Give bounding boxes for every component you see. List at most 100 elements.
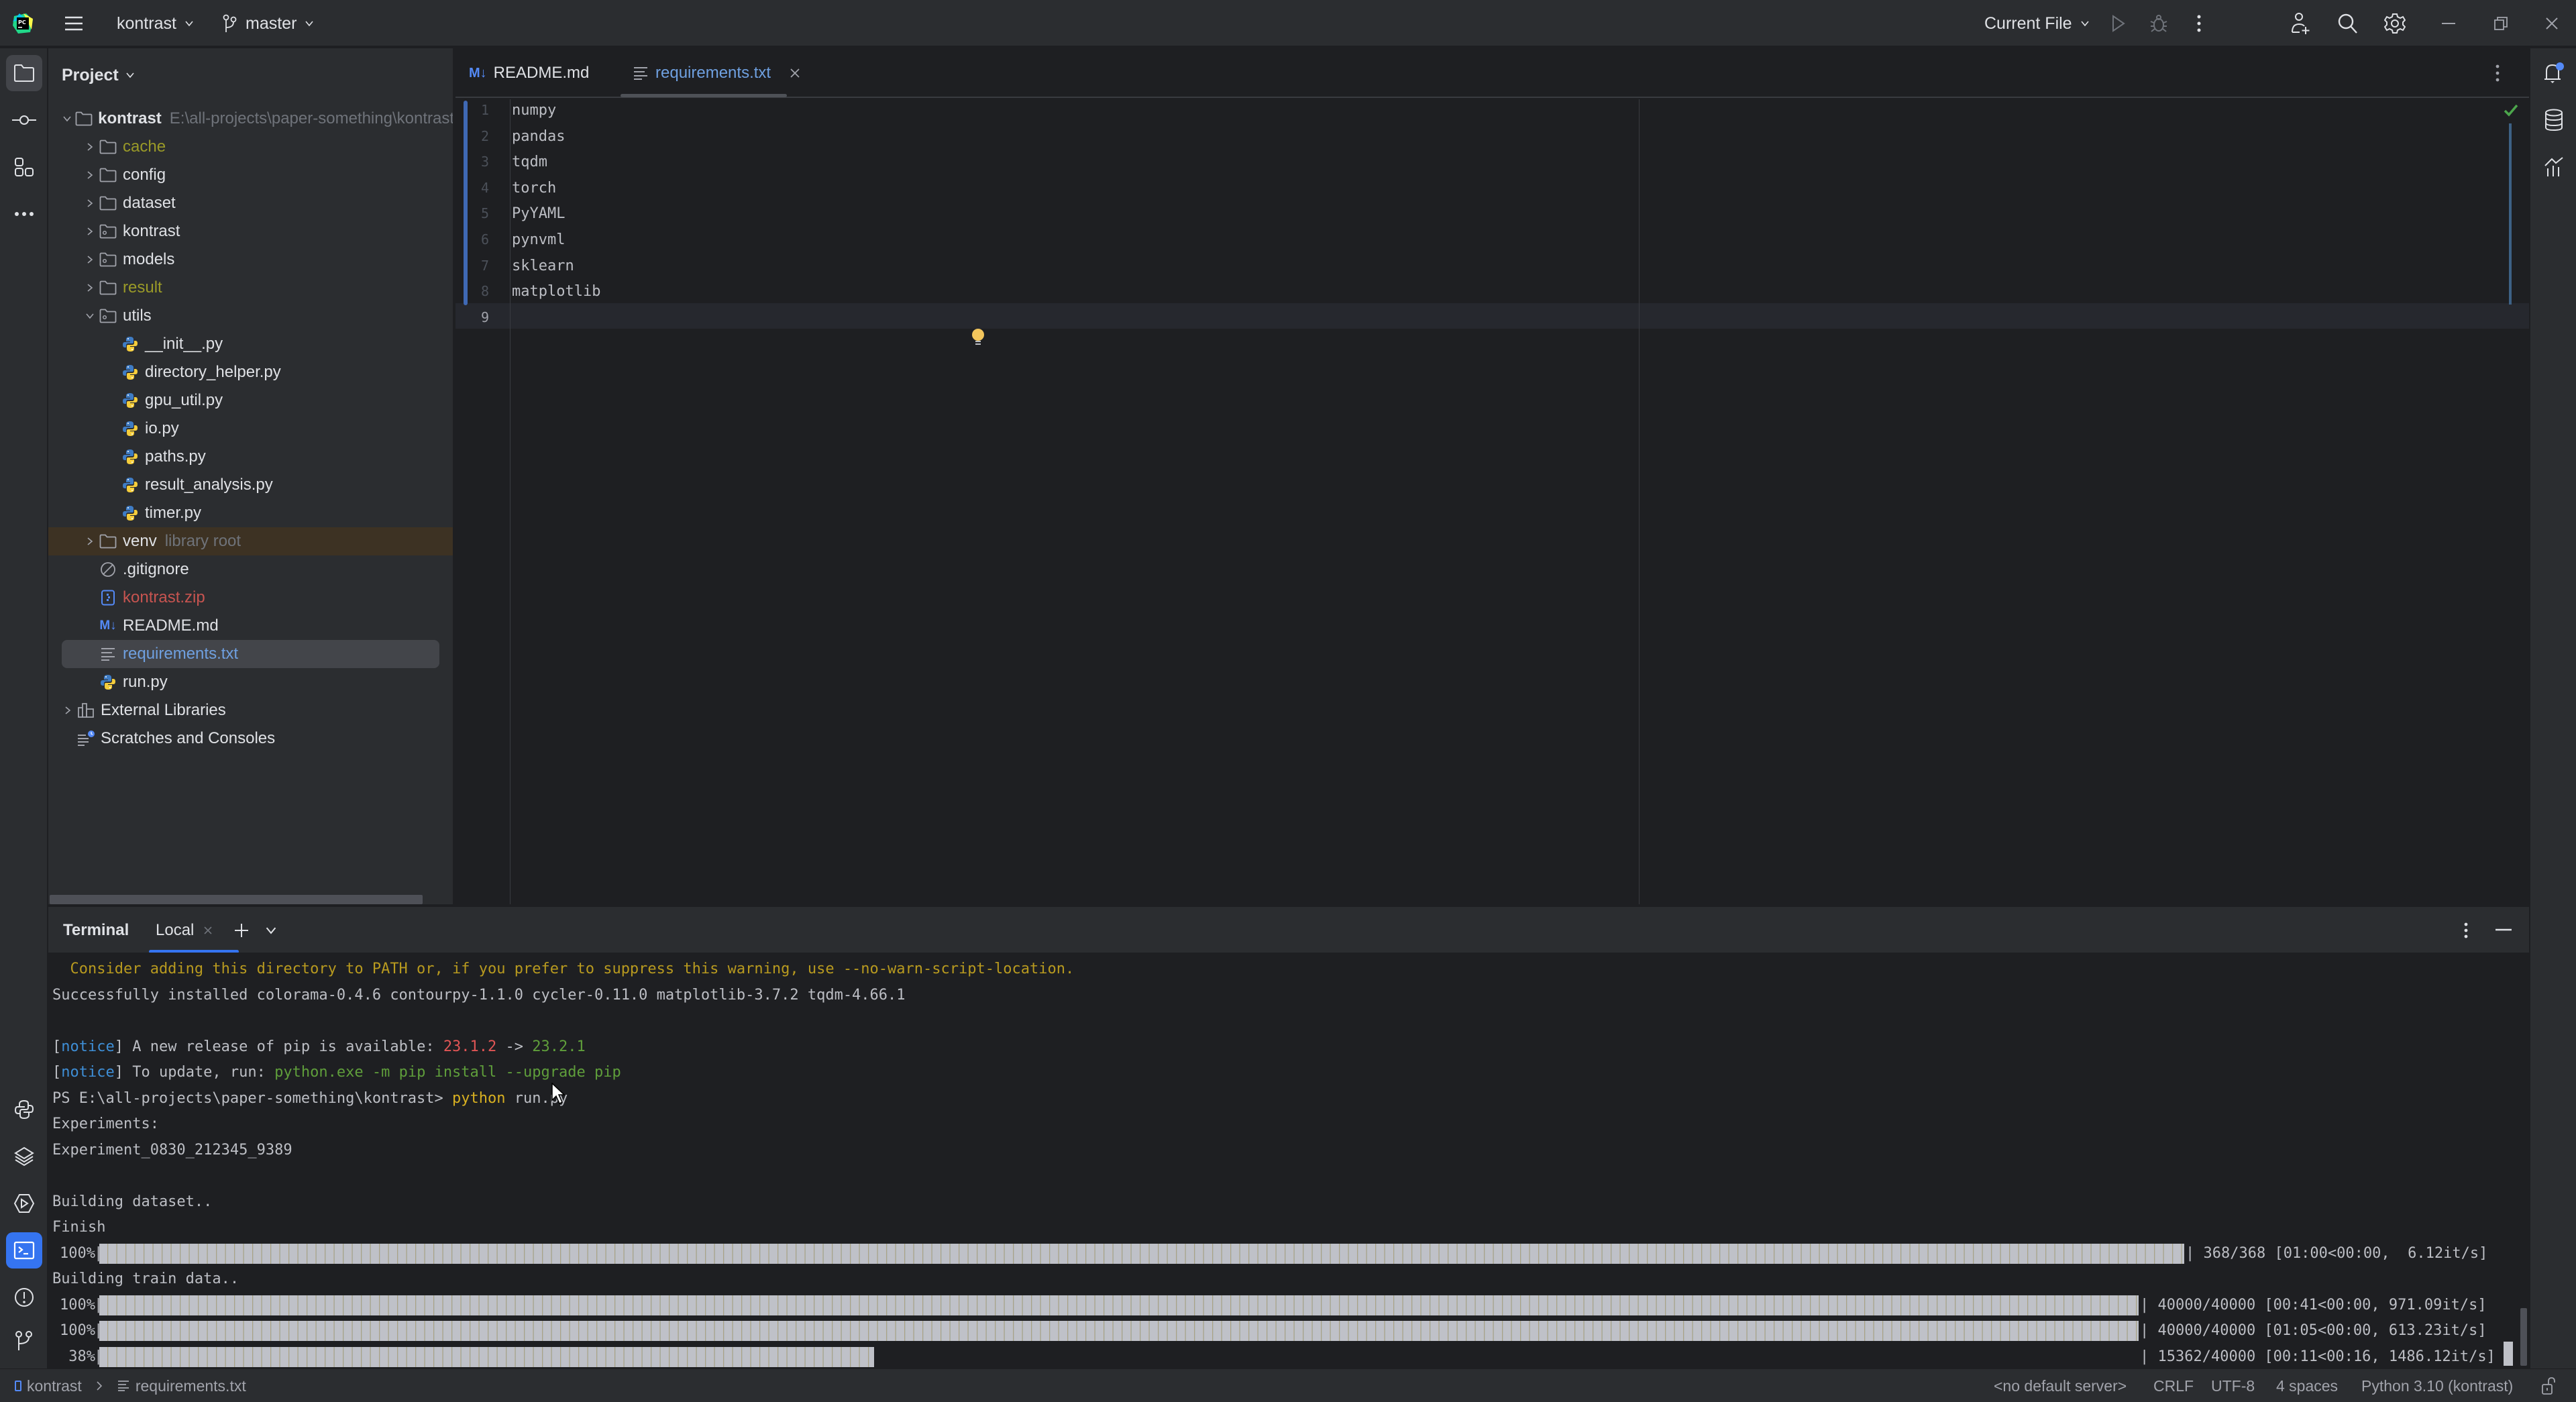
git-branch-icon <box>223 14 237 32</box>
tree-item-gitignore[interactable]: .gitignore <box>48 555 453 584</box>
code-line[interactable]: PyYAML <box>512 205 565 222</box>
chevron-right-icon[interactable] <box>81 195 99 212</box>
tree-item-paths-py[interactable]: paths.py <box>48 443 453 471</box>
project-selector[interactable]: kontrast <box>117 0 194 47</box>
progress-percent: 100% <box>60 1322 95 1339</box>
branch-selector[interactable]: master <box>223 0 314 47</box>
chevron-right-icon[interactable] <box>59 702 76 719</box>
run-configuration-selector[interactable]: Current File <box>1984 0 2090 47</box>
tree-item-config[interactable]: config <box>48 161 453 189</box>
pycharm-logo-icon[interactable]: PC <box>11 11 35 36</box>
run-tool-button[interactable] <box>6 1185 42 1222</box>
encoding-selector[interactable]: UTF-8 <box>2211 1369 2255 1402</box>
inspection-ok-icon[interactable] <box>2504 103 2518 117</box>
close-tab-icon[interactable] <box>203 926 213 935</box>
project-tool-button[interactable] <box>6 55 42 91</box>
tree-item-kontrast-zip[interactable]: kontrast.zip <box>48 584 453 612</box>
more-actions-button[interactable] <box>2187 11 2211 36</box>
chevron-down-icon[interactable] <box>81 307 99 325</box>
intention-bulb-icon[interactable] <box>971 327 985 347</box>
project-view-selector[interactable]: Project <box>62 62 135 89</box>
notifications-button[interactable] <box>2537 56 2571 90</box>
readonly-toggle[interactable] <box>2541 1369 2556 1402</box>
breadcrumb-file[interactable]: requirements.txt <box>136 1377 246 1395</box>
vcs-change-marker[interactable] <box>464 101 468 305</box>
python-console-tool-button[interactable] <box>6 1091 42 1128</box>
tab-requirements[interactable]: requirements.txt <box>633 48 800 98</box>
tree-item-cache[interactable]: cache <box>48 133 453 161</box>
commit-tool-button[interactable] <box>6 102 42 138</box>
sciview-button[interactable] <box>2537 150 2571 184</box>
run-button[interactable] <box>2106 11 2131 36</box>
project-horizontal-scrollbar[interactable] <box>50 895 423 904</box>
close-window-button[interactable] <box>2540 11 2564 36</box>
tree-item-requirements-txt[interactable]: requirements.txt <box>48 640 453 668</box>
tree-item-kontrast[interactable]: kontrast <box>48 217 453 246</box>
code-line[interactable]: torch <box>512 180 556 197</box>
code-line[interactable]: pandas <box>512 128 565 145</box>
chevron-right-icon[interactable] <box>81 533 99 550</box>
services-tool-button[interactable] <box>6 1138 42 1175</box>
tree-item-models[interactable]: models <box>48 246 453 274</box>
structure-tool-button[interactable] <box>6 149 42 185</box>
minimize-button[interactable] <box>2436 11 2461 36</box>
line-separator-selector[interactable]: CRLF <box>2153 1369 2194 1402</box>
tree-item-utils[interactable]: utils <box>48 302 453 330</box>
chevron-right-icon[interactable] <box>81 138 99 156</box>
tree-item-scratches-and-consoles[interactable]: Scratches and Consoles <box>48 724 453 753</box>
tree-item-timer-py[interactable]: timer.py <box>48 499 453 527</box>
breadcrumb-project[interactable]: kontrast <box>27 1377 82 1395</box>
debug-button[interactable] <box>2147 11 2171 36</box>
tree-item-label: result_analysis.py <box>145 476 273 494</box>
database-button[interactable] <box>2537 103 2571 137</box>
terminal-tool-button[interactable] <box>6 1232 42 1269</box>
folder-icon <box>99 278 117 297</box>
interpreter-selector[interactable]: Python 3.10 (kontrast) <box>2361 1369 2513 1402</box>
terminal-tab-local[interactable]: Local <box>149 907 277 954</box>
tree-item-external-libraries[interactable]: External Libraries <box>48 696 453 724</box>
chevron-right-icon[interactable] <box>81 166 99 184</box>
indent-selector[interactable]: 4 spaces <box>2276 1369 2338 1402</box>
tree-item-run-py[interactable]: run.py <box>48 668 453 696</box>
code-with-me-button[interactable] <box>2289 11 2313 36</box>
progress-bar-fill <box>99 1321 2139 1341</box>
tree-item-init-py[interactable]: __init__.py <box>48 330 453 358</box>
tree-item-root[interactable]: kontrast E:\all-projects\paper-something\… <box>48 105 453 133</box>
search-everywhere-button[interactable] <box>2336 11 2360 36</box>
new-terminal-tab-icon[interactable] <box>234 923 249 938</box>
tree-item-io-py[interactable]: io.py <box>48 415 453 443</box>
tree-item-venv[interactable]: venv library root <box>48 527 453 555</box>
version-control-tool-button[interactable] <box>6 1323 42 1359</box>
tree-item-result-analysis-py[interactable]: result_analysis.py <box>48 471 453 499</box>
tree-item-dataset[interactable]: dataset <box>48 189 453 217</box>
tree-item-readme-md[interactable]: M↓ README.md <box>48 612 453 640</box>
tree-item-directory-helper-py[interactable]: directory_helper.py <box>48 358 453 386</box>
terminal-vertical-scrollbar[interactable] <box>2520 1308 2527 1366</box>
problems-tool-button[interactable] <box>6 1279 42 1315</box>
code-line[interactable]: pynvml <box>512 231 565 248</box>
hide-terminal-button[interactable] <box>2496 928 2512 931</box>
chevron-down-icon[interactable] <box>59 110 75 127</box>
chevron-down-icon[interactable] <box>265 924 277 936</box>
terminal-options-button[interactable] <box>2463 922 2469 939</box>
chevron-right-icon[interactable] <box>81 223 99 240</box>
tab-label: README.md <box>493 64 590 82</box>
settings-button[interactable] <box>2383 11 2407 36</box>
tab-readme[interactable]: M↓ README.md <box>469 48 589 98</box>
terminal-output[interactable]: Consider adding this directory to PATH o… <box>48 953 2529 1368</box>
close-tab-icon[interactable] <box>790 68 800 78</box>
chevron-right-icon[interactable] <box>81 251 99 268</box>
tree-item-result[interactable]: result <box>48 274 453 302</box>
more-tools-button[interactable] <box>6 196 42 232</box>
editor-tabs-menu-button[interactable] <box>2495 48 2500 98</box>
code-line[interactable]: sklearn <box>512 258 574 274</box>
restore-button[interactable] <box>2489 11 2513 36</box>
main-menu-icon[interactable] <box>62 11 86 36</box>
terminal-text-segment: ] A new release of pip is available: <box>114 1038 443 1055</box>
chevron-right-icon[interactable] <box>81 279 99 296</box>
code-line[interactable]: matplotlib <box>512 283 600 300</box>
tree-item-gpu-util-py[interactable]: gpu_util.py <box>48 386 453 415</box>
server-selector[interactable]: <no default server> <box>1994 1369 2127 1402</box>
code-line[interactable]: tqdm <box>512 154 547 170</box>
code-line[interactable]: numpy <box>512 102 556 119</box>
